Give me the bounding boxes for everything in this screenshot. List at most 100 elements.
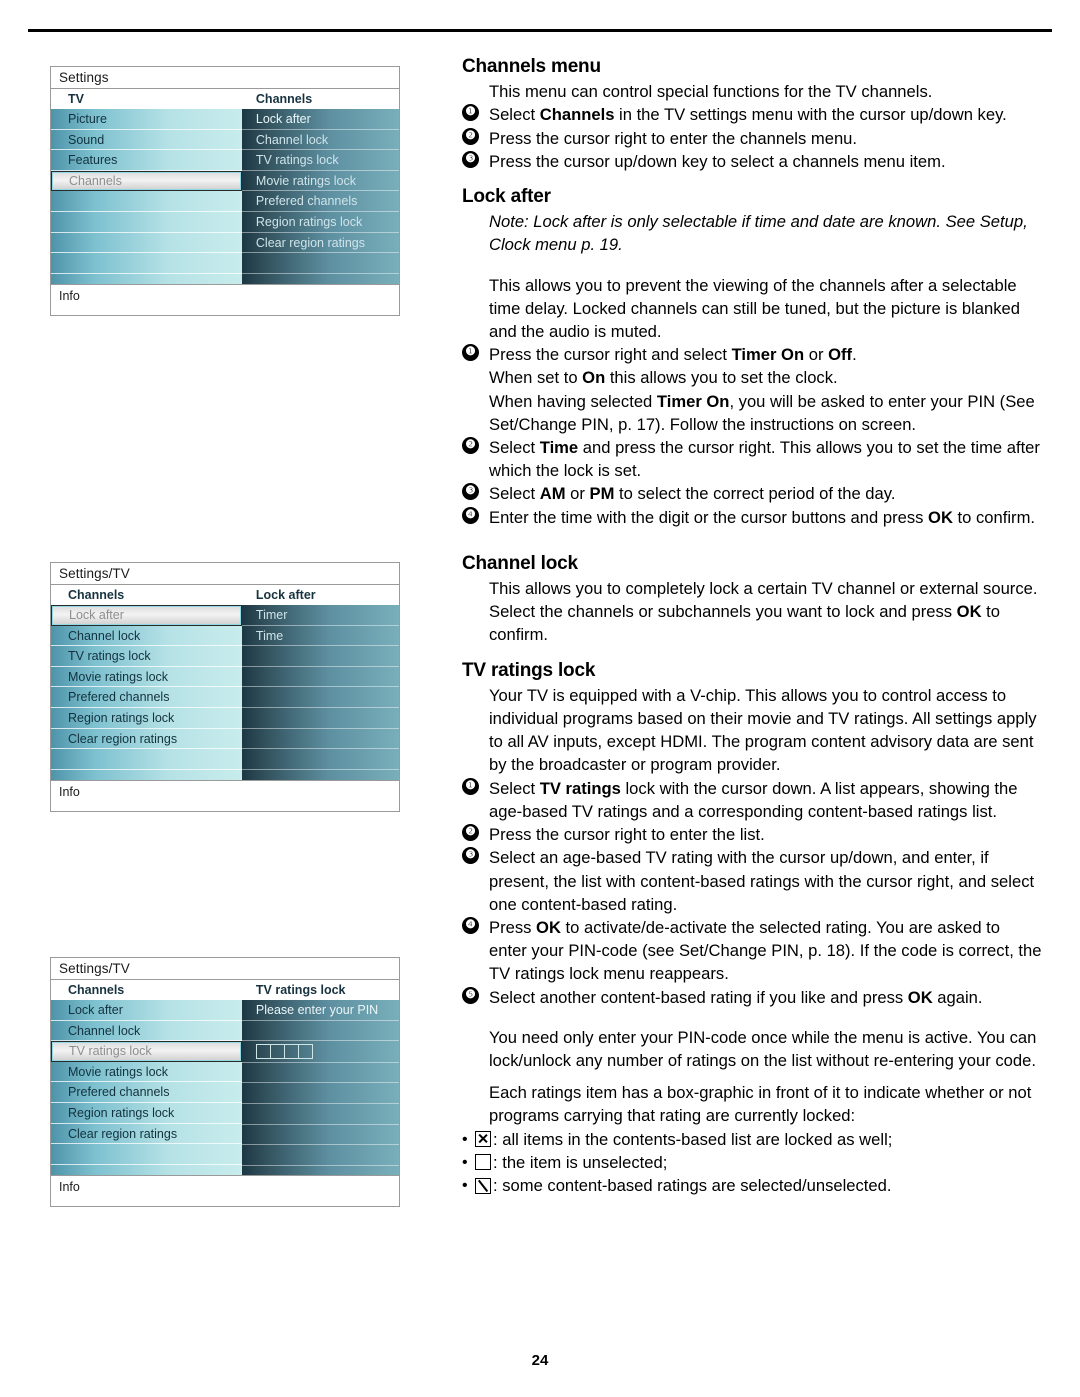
legend-text: : all items in the contents-based list a… bbox=[493, 1129, 893, 1149]
legend-text: : some content-based ratings are selecte… bbox=[493, 1175, 892, 1195]
step-emphasis: Off bbox=[828, 345, 853, 365]
step-text-line2-cont: this allows you to set the clock. bbox=[605, 368, 838, 388]
step-number-1: ❶ bbox=[462, 344, 479, 362]
step-text: Press the cursor right and select bbox=[489, 345, 732, 365]
text-spacer bbox=[462, 529, 1042, 552]
submenu-item[interactable]: Lock after bbox=[241, 109, 399, 130]
bullet-dot: • bbox=[462, 1130, 468, 1148]
submenu-item[interactable]: Prefered channels bbox=[241, 191, 399, 212]
step-text: Select an age-based TV rating with the c… bbox=[489, 848, 1035, 914]
submenu-item[interactable]: Movie ratings lock bbox=[241, 171, 399, 192]
step-text-cont: in the TV settings menu with the cursor … bbox=[614, 105, 1007, 125]
menu-item-selected[interactable]: TV ratings lock bbox=[51, 1041, 242, 1062]
pin-digit-box[interactable] bbox=[255, 1044, 271, 1060]
pin-input[interactable] bbox=[255, 1044, 313, 1060]
menu-left-header: Channels bbox=[68, 983, 125, 997]
menu-info-label: Info bbox=[59, 1180, 80, 1194]
submenu-item[interactable]: Time bbox=[241, 626, 399, 647]
menu-item[interactable]: Clear region ratings bbox=[51, 1124, 242, 1145]
step-number-4: ❹ bbox=[462, 506, 479, 524]
step-item: ❸ Press the cursor up/down key to select … bbox=[462, 150, 1042, 173]
step-item: ❷ Select Time and press the cursor right.… bbox=[462, 436, 1042, 482]
pin-note-paragraph: You need only enter your PIN-code once w… bbox=[489, 1027, 1037, 1070]
tv-ratings-body: Your TV is equipped with a V-chip. This … bbox=[489, 685, 1037, 775]
step-text-cont: to activate/de-activate the selected rat… bbox=[489, 917, 1042, 984]
menu-illustrations-column: Settings TV Channels Picture Sound Featu… bbox=[50, 66, 402, 1207]
step-emphasis: Channels bbox=[539, 105, 615, 125]
box-graphic-intro: Each ratings item has a box-graphic in f… bbox=[489, 1083, 1032, 1126]
step-number-4: ❹ bbox=[462, 916, 479, 934]
step-item: ❹ Press OK to activate/de-activate the se… bbox=[462, 916, 1042, 986]
menu-item[interactable]: Movie ratings lock bbox=[51, 667, 242, 688]
menu-item[interactable]: Prefered channels bbox=[51, 1082, 242, 1103]
submenu-item-empty bbox=[241, 687, 399, 708]
checkbox-partial-icon bbox=[475, 1177, 491, 1194]
submenu-item[interactable]: Clear region ratings bbox=[241, 233, 399, 254]
submenu-item-empty bbox=[241, 708, 399, 729]
step-number-2: ❷ bbox=[462, 437, 479, 455]
submenu-item-empty bbox=[241, 749, 399, 770]
tv-menu-settings: Settings TV Channels Picture Sound Featu… bbox=[50, 66, 400, 316]
step-text-cont: to select the correct period of the day. bbox=[614, 484, 896, 504]
step-emphasis: TV ratings bbox=[539, 778, 621, 798]
pin-digit-box[interactable] bbox=[269, 1044, 285, 1060]
menu-item-empty bbox=[51, 253, 242, 274]
pin-digit-box[interactable] bbox=[283, 1044, 299, 1060]
menu-right-header: TV ratings lock bbox=[255, 983, 346, 997]
step-text: Select bbox=[489, 484, 540, 504]
text-spacer bbox=[462, 1009, 1042, 1026]
channels-menu-steps: ❶ Select Channels in the TV settings menu… bbox=[462, 103, 1042, 173]
menu-item[interactable]: Prefered channels bbox=[51, 687, 242, 708]
menu-item[interactable]: Features bbox=[51, 150, 242, 171]
step-text: Select bbox=[489, 778, 540, 798]
section-heading-channels-menu: Channels menu bbox=[462, 56, 601, 77]
step-emphasis: OK bbox=[536, 917, 561, 937]
menu-info-label: Info bbox=[59, 785, 80, 799]
menu-item[interactable]: TV ratings lock bbox=[51, 646, 242, 667]
step-emphasis: Time bbox=[539, 438, 579, 458]
submenu-item[interactable]: TV ratings lock bbox=[241, 150, 399, 171]
step-text-line2: When set to bbox=[489, 368, 583, 388]
submenu-item-empty bbox=[241, 1125, 399, 1146]
submenu-item-empty bbox=[241, 667, 399, 688]
menu-item[interactable]: Region ratings lock bbox=[51, 1103, 242, 1124]
menu-right-pane: Timer Time bbox=[241, 605, 399, 780]
menu-item[interactable]: Channel lock bbox=[51, 1021, 242, 1042]
step-text: Select bbox=[489, 438, 540, 458]
menu-item[interactable]: Picture bbox=[51, 109, 242, 130]
menu-item[interactable]: Region ratings lock bbox=[51, 708, 242, 729]
menu-item-selected[interactable]: Channels bbox=[51, 170, 242, 192]
submenu-item-empty bbox=[241, 1083, 399, 1104]
menu-item[interactable]: Channel lock bbox=[51, 626, 242, 647]
bullet-dot: • bbox=[462, 1153, 468, 1171]
menu-body: Picture Sound Features Channels Lock aft… bbox=[51, 109, 399, 284]
step-item: ❶ Select Channels in the TV settings menu… bbox=[462, 103, 1042, 126]
menu-item[interactable]: Lock after bbox=[51, 1000, 242, 1021]
menu-info-label: Info bbox=[59, 289, 80, 303]
bullet-dot: • bbox=[462, 1176, 468, 1194]
submenu-item[interactable]: Timer bbox=[241, 605, 399, 626]
menu-item[interactable]: Sound bbox=[51, 130, 242, 151]
tv-ratings-steps: ❶ Select TV ratings lock with the cursor … bbox=[462, 777, 1042, 1009]
menu-item[interactable]: Clear region ratings bbox=[51, 729, 242, 750]
menu-info-bar: Info bbox=[51, 1175, 399, 1206]
menu-column-headers: Channels Lock after bbox=[51, 585, 399, 605]
submenu-item[interactable]: Channel lock bbox=[241, 130, 399, 151]
channel-lock-body: This allows you to completely lock a cer… bbox=[489, 577, 1042, 647]
pin-entry-row[interactable] bbox=[241, 1041, 399, 1063]
tv-menu-tv-ratings-lock: Settings/TV Channels TV ratings lock Loc… bbox=[50, 957, 400, 1207]
step-item: ❸ Select an age-based TV rating with the … bbox=[462, 846, 1042, 916]
header-rule bbox=[28, 29, 1052, 32]
step-emphasis: Timer On bbox=[731, 345, 805, 365]
menu-item[interactable]: Movie ratings lock bbox=[51, 1062, 242, 1083]
submenu-item-empty bbox=[241, 1063, 399, 1084]
step-number-1: ❶ bbox=[462, 104, 479, 122]
step-text-line3: When having selected bbox=[489, 391, 657, 411]
submenu-item[interactable]: Region ratings lock bbox=[241, 212, 399, 233]
step-text: Press the cursor up/down key to select a… bbox=[489, 151, 946, 171]
section-heading-channel-lock: Channel lock bbox=[462, 552, 578, 574]
list-item: • : all items in the contents-based list … bbox=[462, 1128, 1042, 1151]
pin-digit-box[interactable] bbox=[297, 1044, 313, 1060]
menu-item-selected[interactable]: Lock after bbox=[51, 605, 242, 626]
lock-after-steps: ❶ Press the cursor right and select Timer… bbox=[462, 343, 1042, 529]
